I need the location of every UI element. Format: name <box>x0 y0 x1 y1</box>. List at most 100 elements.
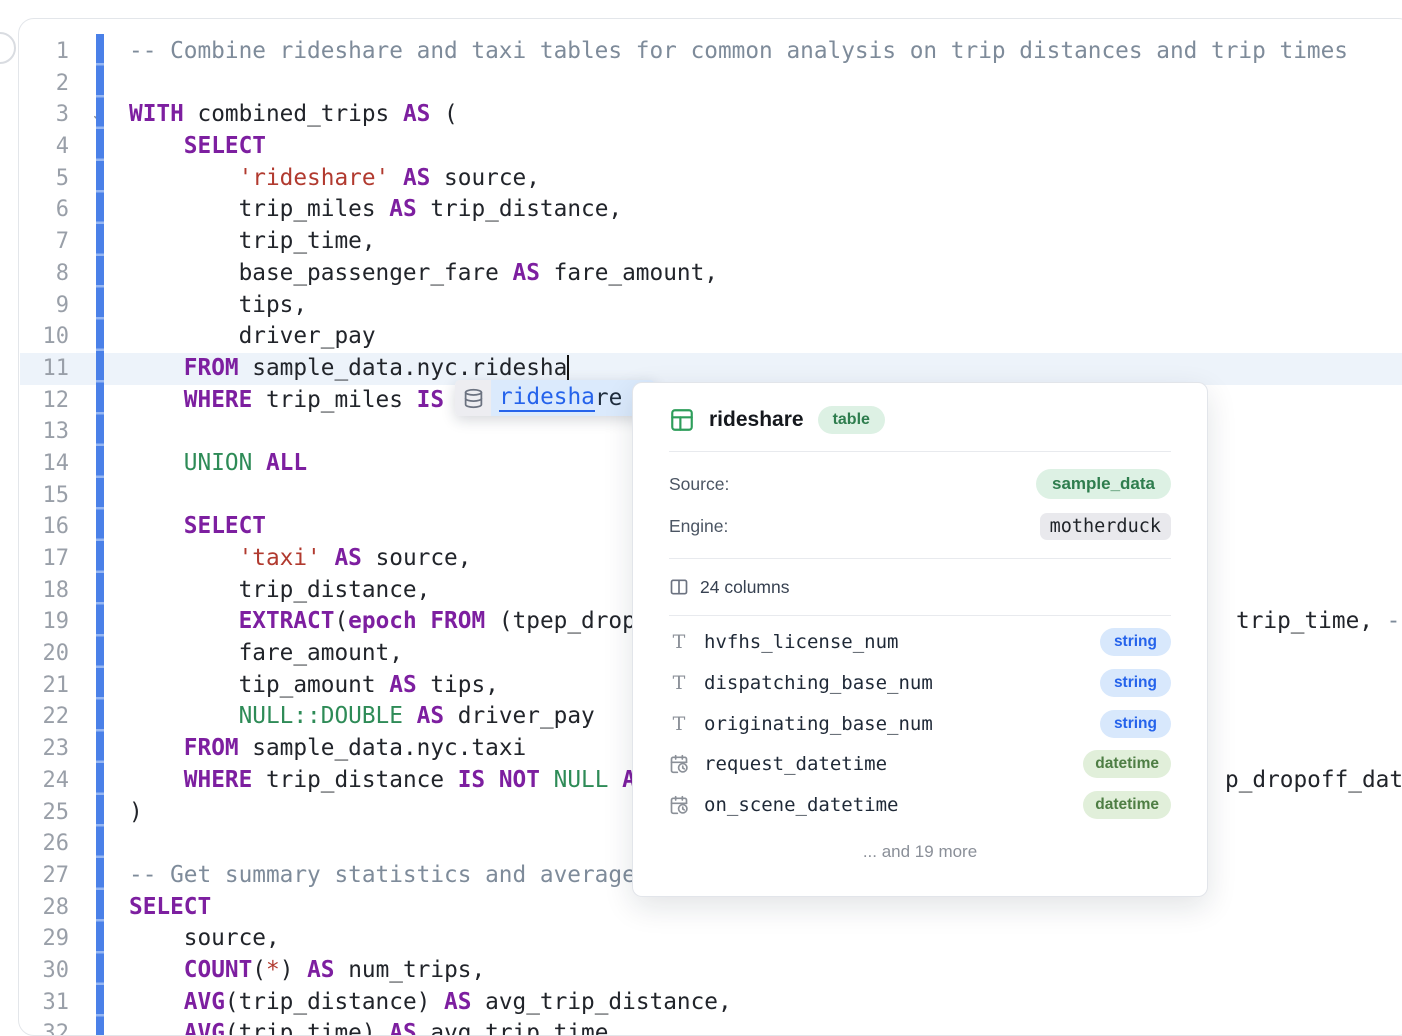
code-token: trip_distance, <box>129 577 430 603</box>
info-value-badge: sample_data <box>1036 469 1171 499</box>
info-row: Engine:motherduck <box>669 505 1171 547</box>
database-icon <box>455 380 491 416</box>
code-token: AS <box>389 1020 416 1036</box>
code-line[interactable]: trip_miles AS trip_distance, <box>129 194 1402 226</box>
line-number: 5 <box>19 163 69 195</box>
table-detail-popup: rideshare table Source:sample_dataEngine… <box>632 382 1208 897</box>
code-line[interactable]: SELECT <box>129 131 1402 163</box>
code-token <box>389 165 403 191</box>
code-token: AS <box>403 165 430 191</box>
line-number: 14 <box>19 448 69 480</box>
columns-count-row: 24 columns <box>669 559 1171 615</box>
code-token: AS <box>513 260 540 286</box>
code-token <box>129 767 184 793</box>
left-edge-circle-icon <box>0 32 16 64</box>
text-cursor <box>567 355 569 382</box>
column-row: on_scene_datetimedatetime <box>669 785 1171 826</box>
code-token: NULL::DOUBLE <box>239 703 403 729</box>
code-token: ( <box>252 957 266 983</box>
text-type-icon: T <box>669 713 689 735</box>
line-number: 13 <box>19 416 69 448</box>
code-token: AVG <box>184 1020 225 1036</box>
line-number: 6 <box>19 194 69 226</box>
code-line[interactable]: AVG(trip_time) AS avg_trip_time, <box>129 1018 1402 1036</box>
line-number: 11 <box>19 353 69 385</box>
line-number: 9 <box>19 290 69 322</box>
code-token: AS <box>417 703 444 729</box>
code-token: trip_miles <box>252 387 416 413</box>
code-token: trip_miles <box>129 196 389 222</box>
code-line[interactable]: tips, <box>129 290 1402 322</box>
column-name: hvfhs_license_num <box>704 631 898 653</box>
code-token: NULL <box>554 767 609 793</box>
line-number: 7 <box>19 226 69 258</box>
code-token: trip_time, <box>129 228 376 254</box>
code-token: NOT <box>499 767 540 793</box>
code-token: AS <box>307 957 334 983</box>
code-token: trip_distance, <box>417 196 622 222</box>
code-token: epoch <box>348 608 416 634</box>
line-number: 32 <box>19 1018 69 1036</box>
code-token: source, <box>430 165 540 191</box>
line-number: 8 <box>19 258 69 290</box>
code-token <box>129 133 184 159</box>
code-token <box>129 703 239 729</box>
code-token <box>129 513 184 539</box>
autocomplete-dropdown[interactable]: rideshare <box>455 380 655 416</box>
text-type-icon: T <box>669 672 689 694</box>
line-number: 20 <box>19 638 69 670</box>
code-token: num_trips, <box>335 957 486 983</box>
table-info-section: Source: sample_data Engine:motherduck <box>669 452 1171 558</box>
code-token: IS <box>417 387 444 413</box>
sql-editor-screen: { "editor": { "active_line": 11, "cursor… <box>0 0 1402 1024</box>
code-token: WHERE <box>184 767 252 793</box>
code-token: (trip_time) <box>225 1020 389 1036</box>
code-token: WITH <box>129 101 184 127</box>
code-token <box>321 545 335 571</box>
code-line[interactable] <box>129 68 1402 100</box>
code-token: combined_trips <box>184 101 403 127</box>
code-line[interactable]: base_passenger_fare AS fare_amount, <box>129 258 1402 290</box>
line-number: 16 <box>19 511 69 543</box>
line-number: 30 <box>19 955 69 987</box>
info-label: Source: <box>669 474 729 495</box>
code-line[interactable]: source, <box>129 923 1402 955</box>
columns-icon <box>669 577 689 597</box>
autocomplete-item-rideshare[interactable]: rideshare <box>491 380 655 416</box>
code-token: 'rideshare' <box>239 165 390 191</box>
code-token: (tpep_dropo <box>485 608 649 634</box>
code-token <box>403 703 417 729</box>
code-token: ( <box>430 101 457 127</box>
code-token: -- Combine rideshare and taxi tables for… <box>129 38 1348 64</box>
calendar-clock-icon <box>669 754 689 774</box>
code-line[interactable]: WITH combined_trips AS ( <box>129 99 1402 131</box>
line-number: 22 <box>19 701 69 733</box>
code-token: fare_amount, <box>129 640 403 666</box>
line-number: 12 <box>19 385 69 417</box>
code-token: ) <box>280 957 307 983</box>
column-name: on_scene_datetime <box>704 794 898 816</box>
column-row: Tdispatching_base_numstring <box>669 663 1171 704</box>
code-line[interactable]: AVG(trip_distance) AS avg_trip_distance, <box>129 987 1402 1019</box>
code-token: COUNT <box>184 957 252 983</box>
calendar-clock-icon <box>669 795 689 815</box>
code-line[interactable]: driver_pay <box>129 321 1402 353</box>
code-token-after-popup: trip_time, -- <box>1236 606 1402 638</box>
column-type-badge: string <box>1100 628 1171 656</box>
code-line[interactable]: trip_time, <box>129 226 1402 258</box>
code-line[interactable]: 'rideshare' AS source, <box>129 163 1402 195</box>
line-number: 17 <box>19 543 69 575</box>
code-token: EXTRACT <box>239 608 335 634</box>
code-line[interactable]: FROM sample_data.nyc.ridesha <box>129 353 1402 385</box>
line-number: 23 <box>19 733 69 765</box>
column-type-badge: string <box>1100 669 1171 697</box>
code-line[interactable]: -- Combine rideshare and taxi tables for… <box>129 36 1402 68</box>
code-token <box>608 767 622 793</box>
code-token: driver_pay <box>129 323 376 349</box>
code-token: source, <box>362 545 472 571</box>
code-token: sample_data.nyc.ridesha <box>239 355 568 381</box>
code-token: trip_distance <box>252 767 457 793</box>
code-token <box>129 450 184 476</box>
code-line[interactable]: COUNT(*) AS num_trips, <box>129 955 1402 987</box>
line-number: 27 <box>19 860 69 892</box>
